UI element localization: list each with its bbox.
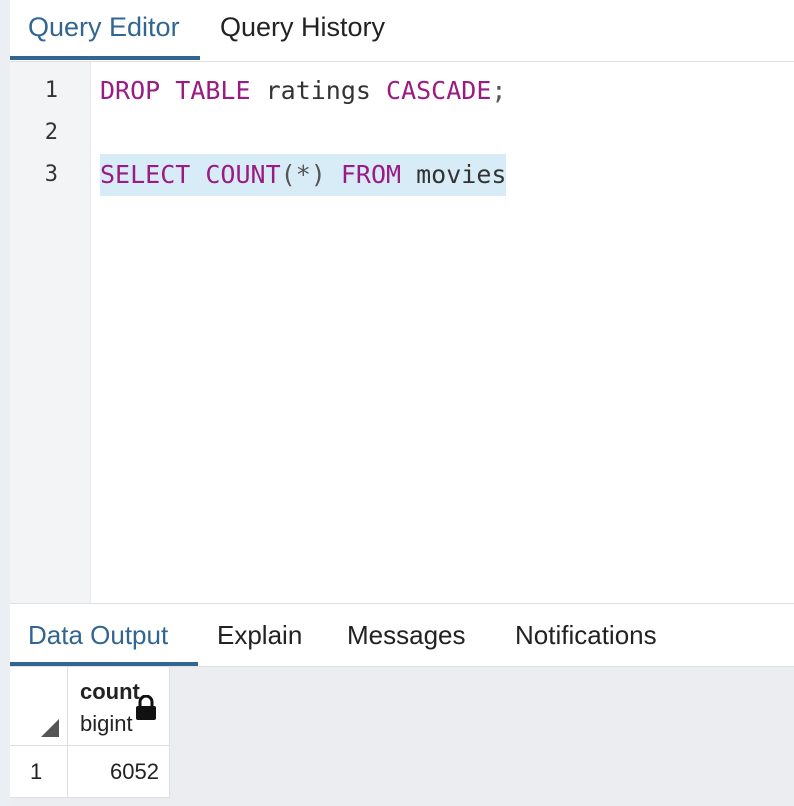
code-token-keyword: CASCADE (386, 76, 492, 105)
code-token-punct: ; (491, 76, 507, 105)
select-all-cell[interactable] (10, 667, 68, 746)
code-token-plain: ratings (250, 76, 387, 105)
line-number: 3 (44, 162, 58, 187)
lock-icon (136, 695, 156, 720)
line-gutter: 1 2 3 (10, 62, 91, 603)
tab-query-editor[interactable]: Query Editor (28, 12, 180, 43)
code-token-punct: (*) (280, 160, 341, 189)
tab-data-output[interactable]: Data Output (28, 620, 168, 651)
tab-active-indicator (10, 56, 200, 60)
select-all-triangle-icon (41, 719, 59, 737)
row-number: 1 (10, 746, 68, 798)
code-token-keyword: DROP (100, 76, 161, 105)
column-type: bigint (80, 711, 133, 736)
code-token-keyword: FROM (340, 160, 402, 189)
cell-count[interactable]: 6052 (68, 746, 170, 798)
result-grid: count bigint 1 6052 (10, 667, 794, 806)
tab-messages[interactable]: Messages (347, 620, 466, 651)
code-token-plain: movies (401, 160, 507, 189)
output-tab-bar: Data Output Explain Messages Notificatio… (10, 603, 794, 667)
code-line-1[interactable]: DROP TABLE ratings CASCADE; (100, 70, 506, 112)
tab-query-history[interactable]: Query History (220, 12, 385, 43)
code-token-keyword: TABLE (175, 76, 251, 105)
code-token-keyword: COUNT (205, 160, 281, 189)
sql-editor[interactable]: 1 2 3 DROP TABLE ratings CASCADE; SELECT… (10, 62, 794, 603)
tab-active-indicator (10, 662, 198, 666)
tab-notifications[interactable]: Notifications (515, 620, 657, 651)
line-number: 2 (44, 120, 58, 145)
left-panel-edge (0, 0, 10, 806)
code-line-3[interactable]: SELECT COUNT(*) FROM movies (100, 154, 507, 196)
tab-explain[interactable]: Explain (217, 620, 302, 651)
query-tab-bar: Query Editor Query History (10, 0, 794, 62)
line-number: 1 (44, 78, 58, 103)
code-token-keyword: SELECT (100, 160, 191, 189)
column-header-count[interactable]: count bigint (68, 667, 170, 746)
column-name: count (80, 679, 140, 704)
